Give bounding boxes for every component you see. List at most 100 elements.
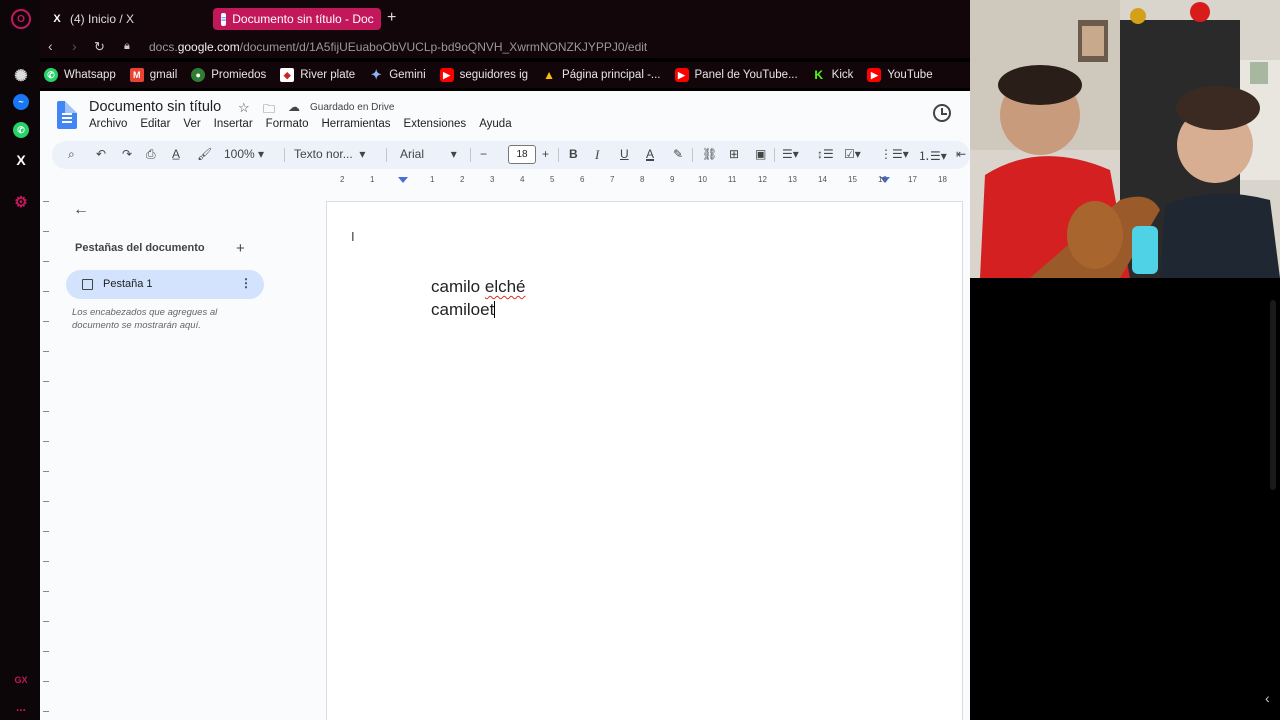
- new-tab-button[interactable]: +: [387, 9, 396, 27]
- misspelled-word[interactable]: elché: [485, 277, 526, 296]
- bookmark-promiedos[interactable]: ● Promiedos: [191, 68, 266, 82]
- x-icon: X: [53, 13, 61, 25]
- align-icon[interactable]: ☰▾: [782, 147, 799, 161]
- version-history-icon[interactable]: [933, 104, 951, 122]
- x-icon[interactable]: X: [11, 150, 31, 170]
- document-page[interactable]: I camilo elché camiloet: [326, 201, 963, 720]
- comment-icon[interactable]: ⊞: [729, 147, 739, 161]
- italic-button[interactable]: I: [595, 147, 599, 163]
- gx-settings-icon[interactable]: ⚙: [11, 192, 31, 212]
- font-size-input[interactable]: 18: [508, 145, 536, 164]
- opera-logo-icon[interactable]: O: [11, 9, 31, 29]
- link-icon[interactable]: ⛓︎: [702, 147, 717, 161]
- bookmark-youtube[interactable]: ▶ YouTube: [867, 68, 933, 82]
- text-color-button[interactable]: A: [646, 147, 654, 161]
- bulleted-list-icon[interactable]: ⋮☰▾: [880, 147, 909, 161]
- close-outline-arrow-icon[interactable]: ←: [73, 201, 89, 219]
- spellcheck-icon[interactable]: A̲: [172, 147, 180, 161]
- chatgpt-icon[interactable]: ✺: [11, 66, 31, 86]
- font-select[interactable]: Arial ▾: [400, 147, 457, 161]
- tab-bar: X (4) Inicio / X ≡ Documento sin título …: [40, 0, 970, 36]
- ruler-label: 13: [788, 175, 797, 184]
- menu-insertar[interactable]: Insertar: [214, 118, 253, 130]
- gx-label[interactable]: GX: [11, 670, 31, 690]
- line-spacing-icon[interactable]: ↕☰: [817, 147, 834, 161]
- checklist-icon[interactable]: ☑▾: [844, 147, 861, 161]
- document-line-2[interactable]: camiloet: [431, 300, 496, 320]
- bookmark-label: Kick: [831, 69, 854, 81]
- bookmark-whatsapp[interactable]: ✆ Whatsapp: [44, 68, 116, 82]
- more-icon[interactable]: ...: [11, 697, 31, 717]
- docs-logo-icon[interactable]: [57, 101, 77, 129]
- menu-archivo[interactable]: Archivo: [89, 118, 127, 130]
- menu-ayuda[interactable]: Ayuda: [479, 118, 511, 130]
- url-domain: google.com: [177, 40, 240, 54]
- docs-icon: ≡: [221, 12, 227, 26]
- star-icon[interactable]: ☆: [238, 100, 250, 116]
- ruler-label: 4: [520, 175, 525, 184]
- paint-format-icon[interactable]: 🖌︎: [197, 147, 212, 161]
- paragraph-style-select[interactable]: Texto nor... ▾: [294, 147, 365, 161]
- numbered-list-icon[interactable]: ⒈☰▾: [918, 147, 947, 164]
- menu-editar[interactable]: Editar: [140, 118, 170, 130]
- bookmark-label: Promiedos: [211, 69, 267, 81]
- vertical-ruler[interactable]: [40, 191, 54, 720]
- bookmark-gmail[interactable]: Mgmail: [129, 68, 177, 82]
- tab-docs[interactable]: ≡ Documento sin título - Doc: [213, 8, 381, 30]
- youtube-icon: ▶: [867, 68, 882, 82]
- lock-icon[interactable]: 🔒︎: [124, 40, 130, 53]
- ruler-label: 1: [370, 175, 375, 184]
- tab-x-inicio[interactable]: X (4) Inicio / X: [42, 8, 210, 30]
- decrease-font-size-button[interactable]: −: [480, 147, 487, 161]
- zoom-select[interactable]: 100% ▾: [224, 147, 264, 161]
- ruler-label: 12: [758, 175, 767, 184]
- messenger-icon[interactable]: ~: [13, 94, 29, 110]
- word: camiloet: [431, 300, 495, 319]
- tab-label: (4) Inicio / X: [70, 12, 135, 26]
- bookmark-seguidores-ig[interactable]: ▶ seguidores ig: [439, 68, 528, 82]
- address-bar-row: ‹ › ↻ 🔒︎ docs.google.com/document/d/1A5f…: [40, 36, 970, 58]
- bookmark-label: Whatsapp: [64, 69, 116, 81]
- bookmark-kick[interactable]: K Kick: [812, 68, 854, 82]
- more-options-icon[interactable]: ⋮: [240, 276, 252, 290]
- undo-icon[interactable]: ↶: [96, 147, 106, 161]
- search-menus-icon[interactable]: ⌕: [68, 147, 75, 162]
- menu-extensiones[interactable]: Extensiones: [404, 118, 467, 130]
- gemini-icon: ✦: [370, 67, 382, 82]
- bookmark-river-plate[interactable]: ◆ River plate: [280, 68, 355, 82]
- reload-icon[interactable]: ↻: [94, 39, 105, 55]
- indent-marker-icon[interactable]: [398, 177, 408, 183]
- menu-ver[interactable]: Ver: [183, 118, 200, 130]
- highlight-icon[interactable]: ✎: [673, 147, 683, 161]
- document-title[interactable]: Documento sin título: [89, 99, 221, 115]
- horizontal-ruler[interactable]: 2 1 1 2 3 4 5 6 7 8 9 10 11 12 13 14 15 …: [326, 175, 970, 189]
- menu-herramientas[interactable]: Herramientas: [322, 118, 391, 130]
- redo-icon[interactable]: ↷: [122, 147, 132, 161]
- add-tab-button[interactable]: +: [236, 240, 245, 257]
- increase-font-size-button[interactable]: +: [542, 147, 549, 161]
- document-line-1[interactable]: camilo elché: [431, 277, 526, 297]
- ruler-label: 9: [670, 175, 675, 184]
- bold-button[interactable]: B: [569, 147, 578, 161]
- bookmark-panel-youtube[interactable]: ▶ Panel de YouTube...: [674, 68, 798, 82]
- ruler-label: 17: [908, 175, 917, 184]
- image-icon[interactable]: ▣: [755, 147, 766, 161]
- bookmark-pagina-principal[interactable]: ▲ Página principal -...: [542, 68, 660, 82]
- bookmark-label: YouTube: [887, 69, 933, 81]
- chevron-left-icon[interactable]: ‹: [1265, 690, 1270, 706]
- print-icon[interactable]: ⎙: [146, 147, 156, 162]
- cloud-icon[interactable]: ☁︎: [288, 100, 300, 114]
- document-tab-label: Pestaña 1: [103, 278, 153, 290]
- underline-button[interactable]: U: [620, 147, 629, 161]
- saved-status: Guardado en Drive: [310, 102, 395, 113]
- ruler-label: 16: [878, 175, 887, 184]
- document-tab-item[interactable]: Pestaña 1 ⋮: [66, 270, 264, 299]
- indent-icon[interactable]: ⇤: [956, 147, 966, 161]
- forward-icon[interactable]: ›: [72, 38, 77, 54]
- url-field[interactable]: docs.google.com/document/d/1A5fijUEuaboO…: [149, 40, 647, 54]
- page-scrollbar[interactable]: [1270, 300, 1276, 490]
- back-icon[interactable]: ‹: [48, 38, 53, 54]
- bookmark-gemini[interactable]: ✦ Gemini: [369, 67, 426, 82]
- menu-formato[interactable]: Formato: [266, 118, 309, 130]
- whatsapp-icon[interactable]: ✆: [13, 122, 29, 138]
